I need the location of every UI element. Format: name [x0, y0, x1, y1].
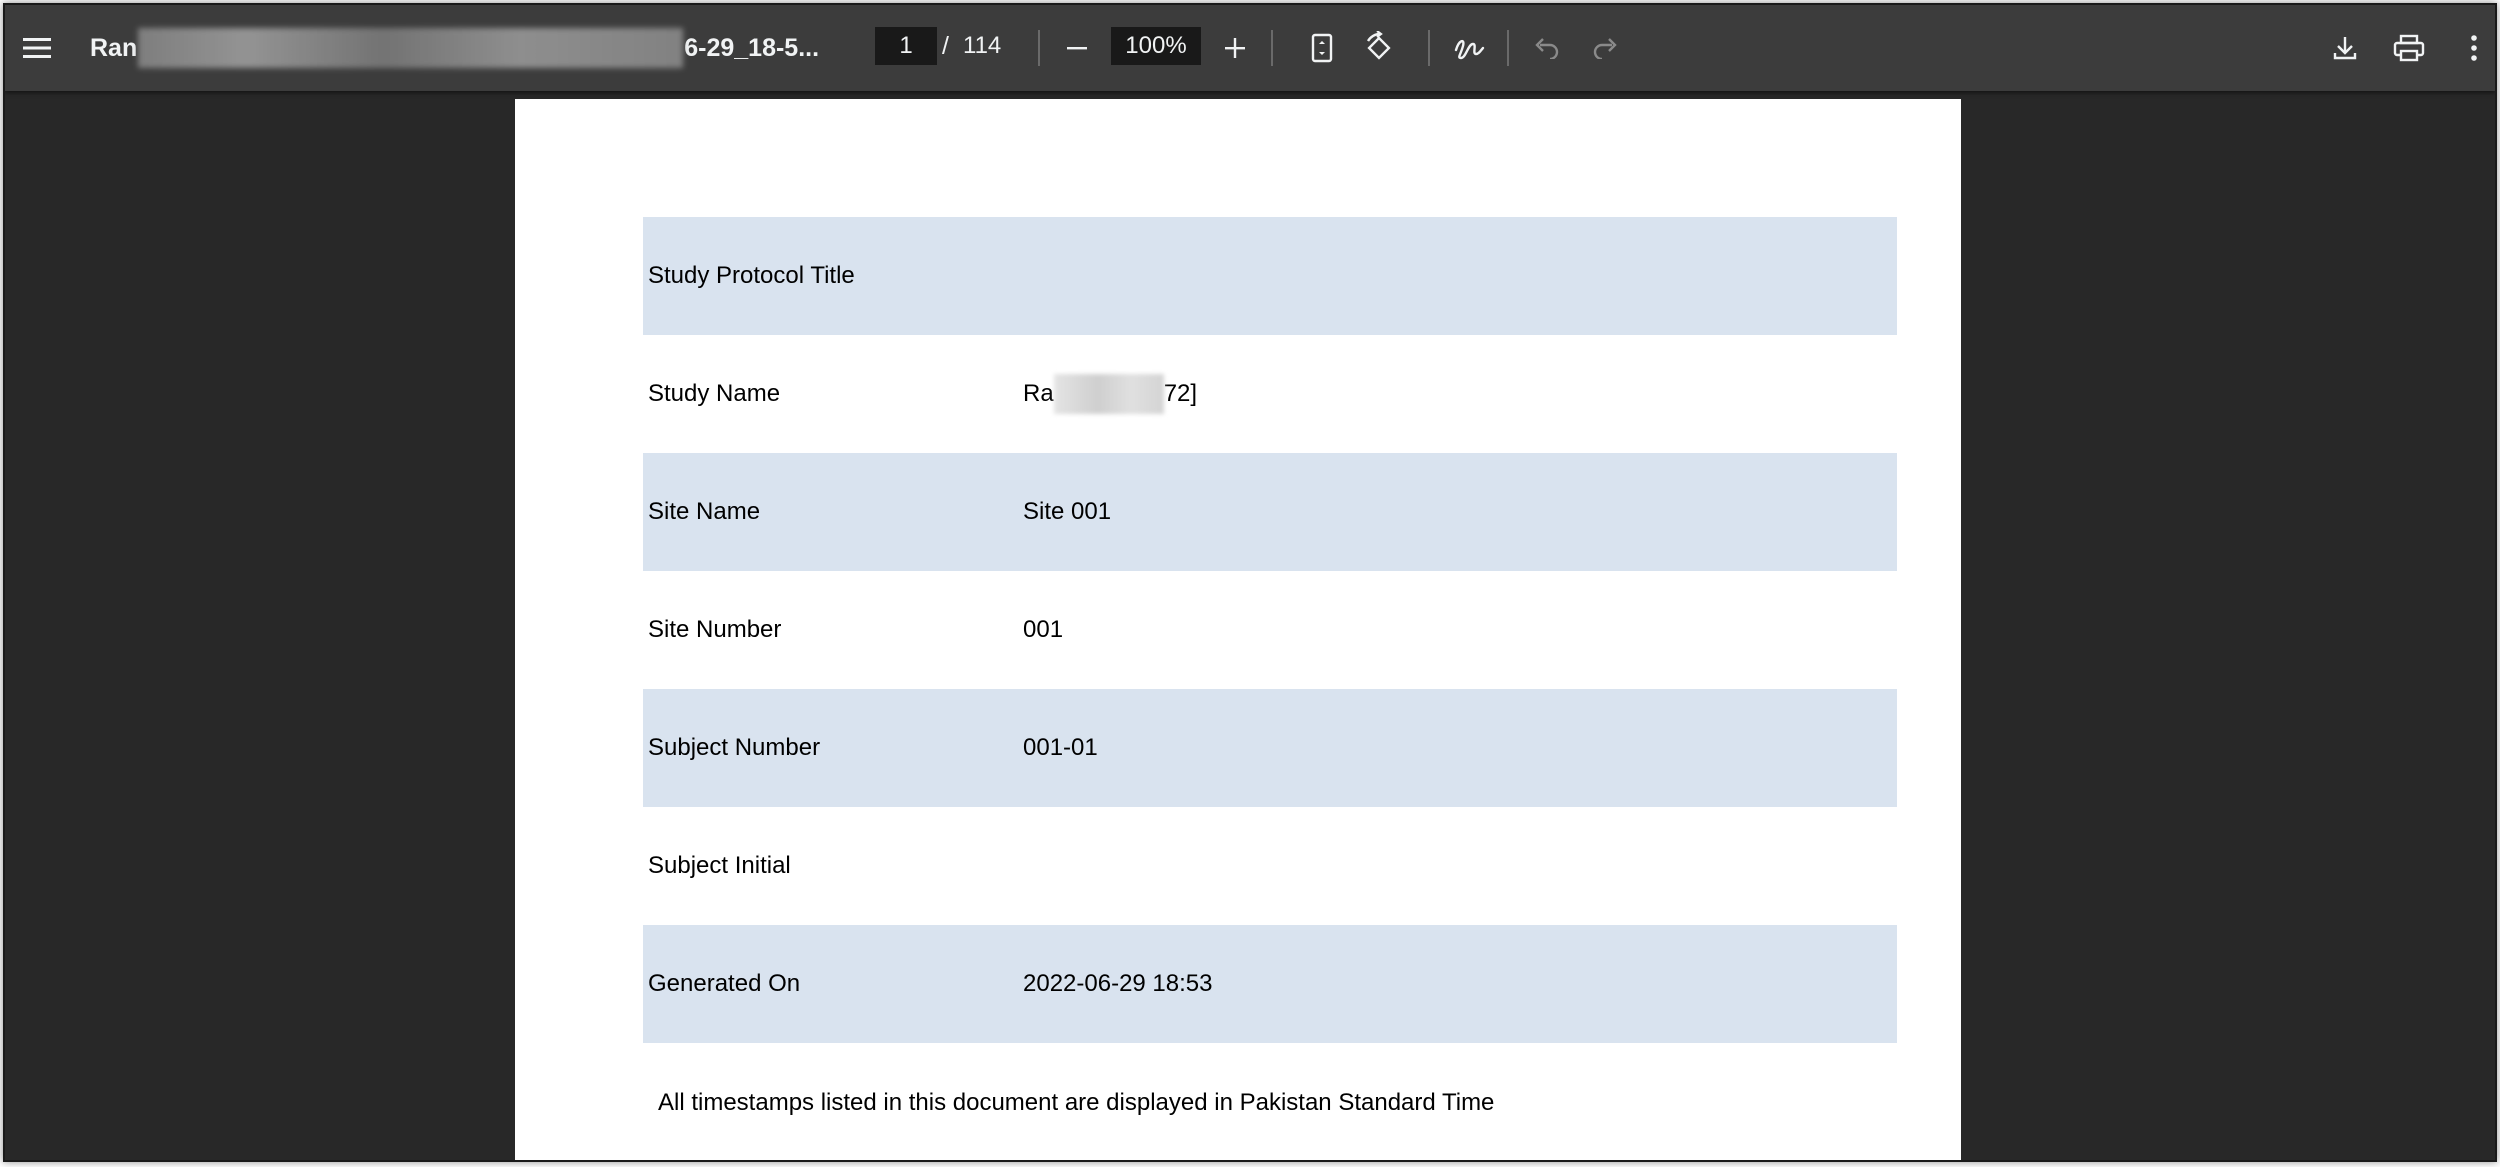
toolbar-divider	[1507, 30, 1509, 66]
download-icon[interactable]	[2325, 28, 2365, 68]
table-row: Subject Initial	[643, 807, 1897, 925]
row-value: Ra 72]	[1023, 374, 1197, 414]
row-value: 001	[1023, 616, 1064, 643]
study-info-table: Study Protocol Title Study Name Ra 72] S…	[643, 217, 1897, 1043]
pdf-viewer-window: Ran 6-29_18-5... 1 / 114 100% Study Prot…	[3, 3, 2497, 1162]
plus-icon[interactable]	[1215, 28, 1255, 68]
hamburger-menu-icon[interactable]	[17, 28, 57, 68]
row-value: 001-01	[1023, 734, 1098, 761]
page-separator: /	[942, 31, 949, 60]
pdf-page: Study Protocol Title Study Name Ra 72] S…	[515, 99, 1961, 1160]
document-title-prefix: Ran	[90, 33, 138, 62]
table-row: Site Name Site 001	[643, 453, 1897, 571]
total-pages: 114	[963, 32, 1002, 59]
fit-to-page-icon[interactable]	[1302, 28, 1342, 68]
row-label: Site Name	[648, 498, 761, 525]
viewer-toolbar: Ran 6-29_18-5... 1 / 114 100%	[5, 5, 2495, 91]
minus-icon[interactable]	[1057, 28, 1097, 68]
document-title: Ran 6-29_18-5...	[90, 5, 835, 91]
print-icon[interactable]	[2388, 28, 2430, 68]
row-label: Generated On	[648, 970, 801, 997]
table-row: Site Number 001	[643, 571, 1897, 689]
draw-annotation-icon[interactable]	[1448, 27, 1490, 69]
more-vertical-icon[interactable]	[2460, 28, 2488, 68]
table-row: Study Name Ra 72]	[643, 335, 1897, 453]
timezone-footnote: All timestamps listed in this document a…	[658, 1089, 1495, 1116]
redo-icon[interactable]	[1585, 28, 1625, 68]
table-row: Generated On 2022-06-29 18:53	[643, 925, 1897, 1043]
table-row: Study Protocol Title	[643, 217, 1897, 335]
row-value: Site 001	[1023, 498, 1112, 525]
row-value: 2022-06-29 18:53	[1023, 970, 1213, 997]
redacted-value	[1053, 374, 1164, 414]
zoom-level-input[interactable]: 100%	[1111, 27, 1201, 65]
study-name-prefix: Ra	[1023, 380, 1054, 407]
redacted-title-segment	[138, 28, 684, 68]
toolbar-divider	[1428, 30, 1430, 66]
study-name-suffix: 72]	[1163, 380, 1198, 407]
current-page-input[interactable]: 1	[875, 27, 937, 65]
rotate-icon[interactable]	[1358, 27, 1400, 69]
toolbar-divider	[1038, 30, 1040, 66]
row-label: Subject Number	[648, 734, 821, 761]
undo-icon[interactable]	[1527, 28, 1567, 68]
table-row: Subject Number 001-01	[643, 689, 1897, 807]
toolbar-divider	[1271, 30, 1273, 66]
row-label: Study Name	[648, 380, 781, 407]
document-title-suffix: 6-29_18-5...	[684, 33, 820, 62]
row-label: Study Protocol Title	[648, 262, 855, 289]
row-label: Subject Initial	[648, 852, 791, 879]
row-label: Site Number	[648, 616, 782, 643]
